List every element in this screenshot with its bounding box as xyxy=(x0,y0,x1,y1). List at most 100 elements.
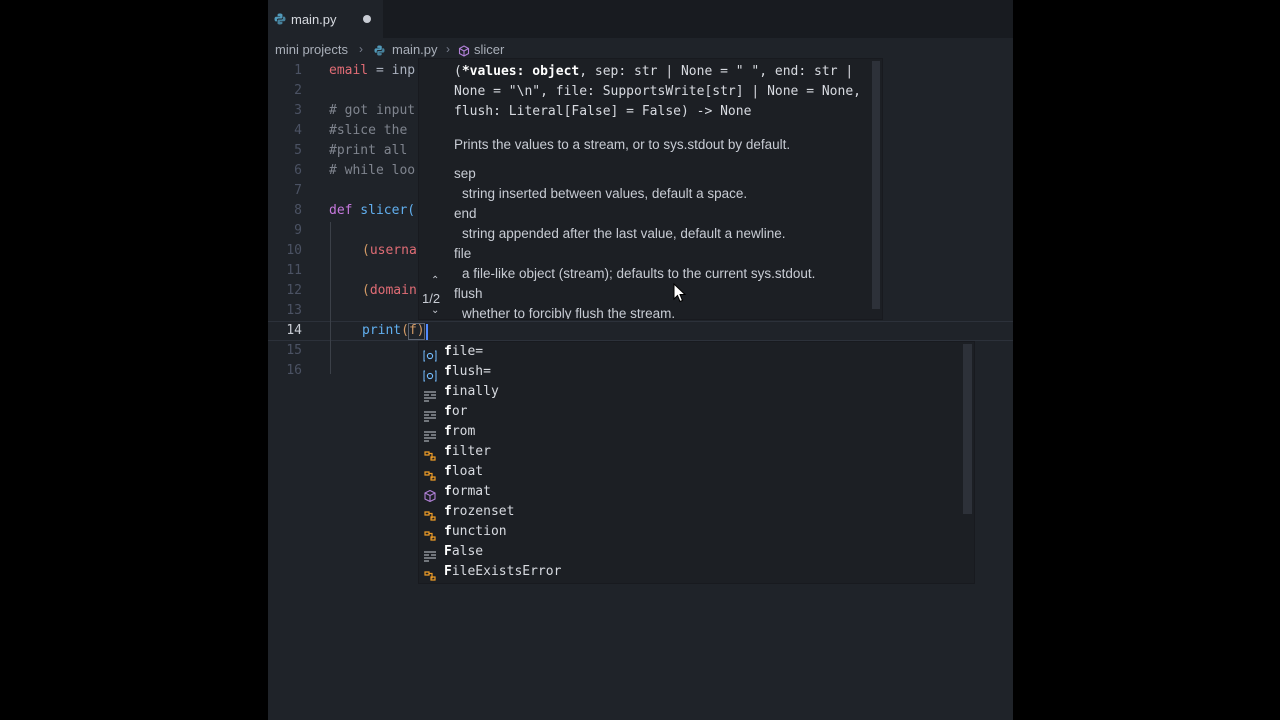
class-icon xyxy=(423,567,437,581)
code-token: ( xyxy=(362,283,370,298)
code-line-12[interactable]: (domain xyxy=(362,283,417,298)
code-line-10[interactable]: (userna xyxy=(362,243,417,258)
suggestion-rest: lush= xyxy=(451,364,491,379)
suggestion-item[interactable]: for xyxy=(419,403,964,423)
suggestion-match: F xyxy=(444,544,452,559)
param-desc: whether to forcibly flush the stream. xyxy=(462,306,676,320)
code-line-8[interactable]: def slicer( xyxy=(329,203,415,218)
param-desc: a file-like object (stream); defaults to… xyxy=(462,266,816,281)
param-name: end xyxy=(454,206,477,221)
class-icon xyxy=(423,507,437,521)
suggestion-match: f xyxy=(444,484,452,499)
signature-token: ( xyxy=(454,64,462,79)
suggestion-item[interactable]: function xyxy=(419,523,964,543)
chevron-right-icon: › xyxy=(359,42,363,56)
overload-counter: 1/2 xyxy=(422,291,441,306)
suggestion-label: filter xyxy=(444,444,491,459)
line-number: 3 xyxy=(294,103,302,118)
code-token: def xyxy=(329,203,353,218)
signature-line-2: None = "\n", file: SupportsWrite[str] | … xyxy=(454,84,861,99)
line-number: 7 xyxy=(294,183,302,198)
code-line-4[interactable]: #slice the xyxy=(329,123,407,138)
python-file-icon xyxy=(274,13,286,25)
code-line-1[interactable]: email = inp xyxy=(329,63,415,78)
suggestion-item[interactable]: float xyxy=(419,463,964,483)
code-line-3[interactable]: # got input xyxy=(329,103,415,118)
suggestion-rest: unction xyxy=(451,524,507,539)
chevron-right-icon: › xyxy=(446,42,450,56)
suggestion-match: f xyxy=(444,364,452,379)
code-token: slicer( xyxy=(352,203,416,218)
line-number: 9 xyxy=(294,223,302,238)
suggestion-item[interactable]: file= xyxy=(419,343,964,363)
suggestion-rest: ilter xyxy=(451,444,491,459)
suggestion-item[interactable]: format xyxy=(419,483,964,503)
signature-line-1: (*values: object, sep: str | None = " ",… xyxy=(454,64,853,79)
mouse-cursor-icon xyxy=(673,283,687,303)
keyword-icon xyxy=(423,427,437,442)
class-icon xyxy=(423,447,437,461)
indent-guide xyxy=(330,222,331,374)
python-file-icon xyxy=(374,45,385,56)
suggestion-rest: rozenset xyxy=(451,504,515,519)
suggestion-label: finally xyxy=(444,384,499,399)
line-number: 2 xyxy=(294,83,302,98)
line-number: 11 xyxy=(286,263,302,278)
suggestion-list: file= flush= finally for from filter float form… xyxy=(418,341,975,584)
suggestion-item[interactable]: flush= xyxy=(419,363,964,383)
line-number: 8 xyxy=(294,203,302,218)
suggestion-rest: ormat xyxy=(451,484,491,499)
suggestion-scrollbar[interactable] xyxy=(963,344,972,514)
suggestion-match: F xyxy=(444,564,452,579)
param-name: sep xyxy=(454,166,476,181)
class-icon xyxy=(423,467,437,481)
function-cube-icon xyxy=(458,45,470,57)
method-icon xyxy=(423,487,437,503)
code-token: ( xyxy=(362,243,370,258)
signature-token: , sep: str | None = " ", end: str | xyxy=(579,64,854,79)
line-number: 13 xyxy=(286,303,302,318)
signature-line-3: flush: Literal[False] = False) -> None xyxy=(454,104,752,119)
suggestion-label: float xyxy=(444,464,483,479)
chevron-up-icon[interactable]: ⌃ xyxy=(431,275,439,286)
suggestion-match: f xyxy=(444,524,452,539)
suggestion-label: FileExistsError xyxy=(444,564,561,579)
bracket-match-box xyxy=(408,323,425,340)
popup-scrollbar[interactable] xyxy=(872,61,880,309)
chevron-down-icon[interactable]: ⌄ xyxy=(431,305,439,316)
suggestion-item[interactable]: from xyxy=(419,423,964,443)
suggestion-match: f xyxy=(444,344,452,359)
suggestion-label: function xyxy=(444,524,507,539)
line-number: 15 xyxy=(286,343,302,358)
suggestion-match: f xyxy=(444,424,452,439)
keyword-icon xyxy=(423,407,437,422)
suggestion-rest: rom xyxy=(451,424,476,439)
suggestion-item[interactable]: filter xyxy=(419,443,964,463)
param-desc: string inserted between values, default … xyxy=(462,186,748,201)
code-token: domain xyxy=(369,283,417,298)
class-icon xyxy=(423,527,437,541)
tab-main-py[interactable]: main.py xyxy=(268,0,383,38)
breadcrumb-symbol[interactable]: slicer xyxy=(474,42,504,57)
suggestion-item[interactable]: finally xyxy=(419,383,964,403)
suggestion-match: f xyxy=(444,464,452,479)
keyword-icon xyxy=(423,387,437,402)
suggestion-match: f xyxy=(444,404,452,419)
line-number: 12 xyxy=(286,283,302,298)
suggestion-rest: or xyxy=(451,404,468,419)
suggestion-item[interactable]: False xyxy=(419,543,964,563)
line-number: 4 xyxy=(294,123,302,138)
line-number: 10 xyxy=(286,243,302,258)
suggestion-item[interactable]: FileExistsError xyxy=(419,563,964,583)
code-line-6[interactable]: # while loo xyxy=(329,163,415,178)
breadcrumb-folder[interactable]: mini projects xyxy=(275,42,348,57)
suggestion-item[interactable]: frozenset xyxy=(419,503,964,523)
suggestion-label: file= xyxy=(444,344,483,359)
keyword-icon xyxy=(423,547,437,562)
suggestion-rest: alse xyxy=(451,544,484,559)
suggestion-label: False xyxy=(444,544,483,559)
code-line-5[interactable]: #print all xyxy=(329,143,407,158)
breadcrumb-file[interactable]: main.py xyxy=(392,42,438,57)
unsaved-dot-icon[interactable] xyxy=(363,15,371,23)
suggestion-match: f xyxy=(444,444,452,459)
